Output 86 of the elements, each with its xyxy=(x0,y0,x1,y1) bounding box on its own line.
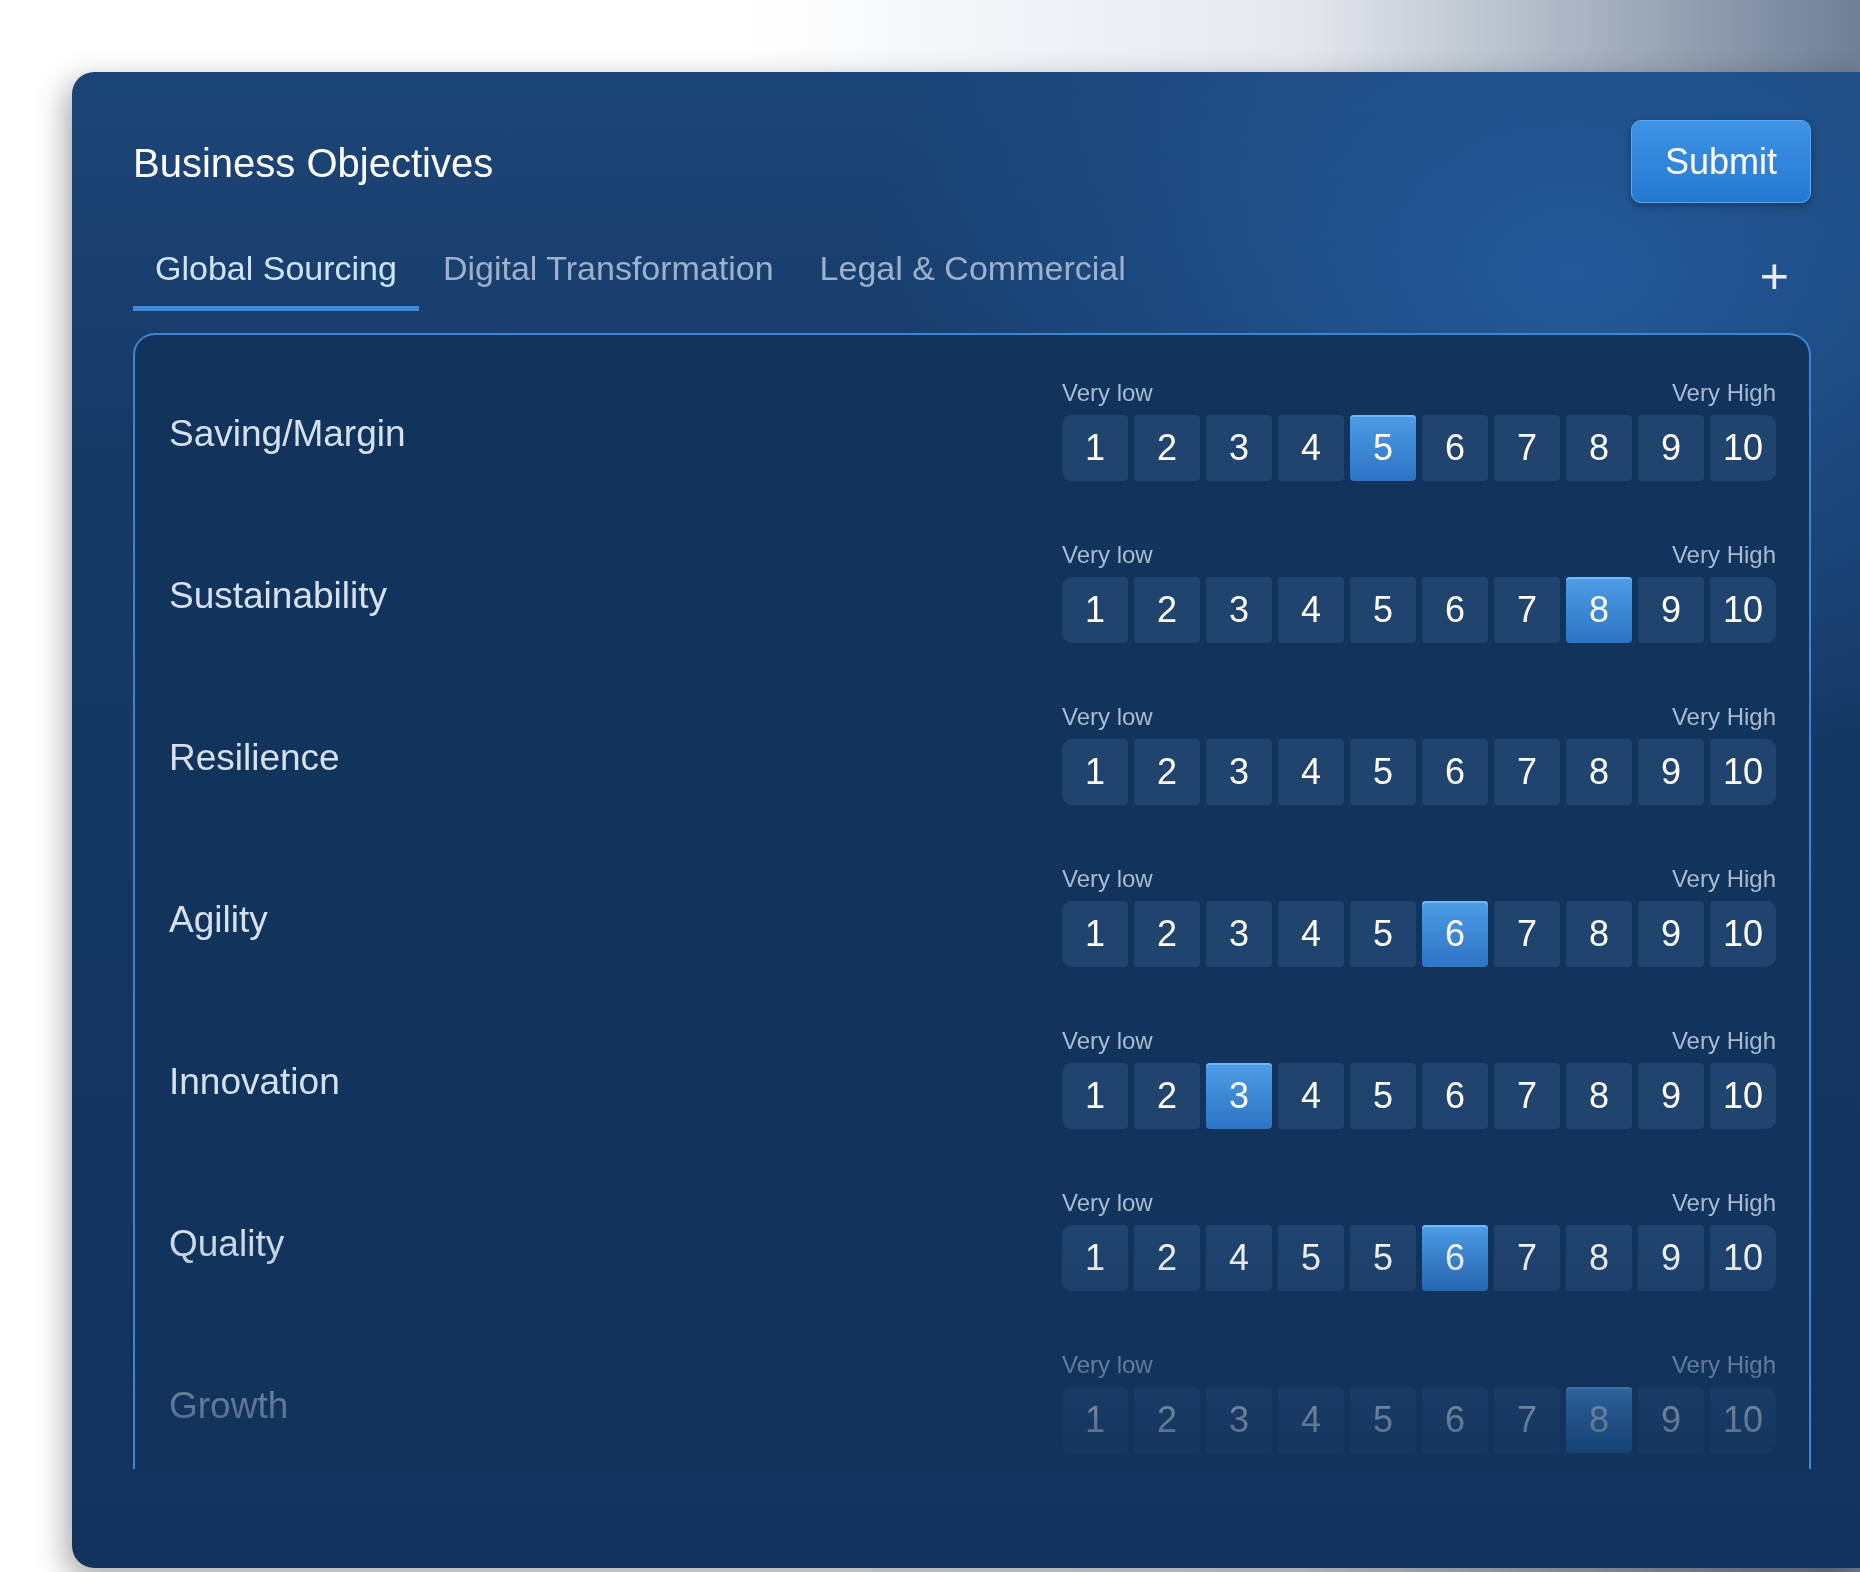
rating-option[interactable]: 6 xyxy=(1422,577,1488,643)
objective-label: Growth xyxy=(169,1385,289,1427)
scale-high-label: Very High xyxy=(1671,703,1776,731)
rating-option[interactable]: 1 xyxy=(1062,415,1128,481)
objective-label: Saving/Margin xyxy=(169,413,406,455)
rating-option[interactable]: 9 xyxy=(1638,577,1704,643)
rating-option[interactable]: 4 xyxy=(1278,901,1344,967)
tab[interactable]: Digital Transformation xyxy=(420,241,796,311)
rating-option[interactable]: 6 xyxy=(1422,739,1488,805)
rating-option[interactable]: 2 xyxy=(1134,901,1200,967)
rating-option[interactable]: 3 xyxy=(1206,901,1272,967)
rating-option[interactable]: 9 xyxy=(1638,739,1704,805)
objective-label: Quality xyxy=(169,1223,285,1265)
rating-option[interactable]: 6 xyxy=(1422,901,1488,967)
rating-option[interactable]: 1 xyxy=(1062,901,1128,967)
scale-high-label: Very High xyxy=(1671,541,1776,569)
rating-option[interactable]: 1 xyxy=(1062,739,1128,805)
rating-option[interactable]: 4 xyxy=(1206,1225,1272,1291)
scale-low-label: Very low xyxy=(1062,379,1153,407)
submit-button[interactable]: Submit xyxy=(1631,120,1811,203)
rating-option[interactable]: 7 xyxy=(1494,739,1560,805)
rating-option[interactable]: 2 xyxy=(1134,577,1200,643)
rating-option[interactable]: 7 xyxy=(1494,1225,1560,1291)
rating-option[interactable]: 8 xyxy=(1566,577,1632,643)
rating-option[interactable]: 5 xyxy=(1350,1063,1416,1129)
add-tab-button[interactable]: + xyxy=(1759,251,1789,301)
rating-option[interactable]: 7 xyxy=(1494,1063,1560,1129)
scale-low-label: Very low xyxy=(1062,703,1153,731)
rating-option[interactable]: 5 xyxy=(1278,1225,1344,1291)
scale-high-label: Very High xyxy=(1671,1189,1776,1217)
rating-option[interactable]: 10 xyxy=(1710,739,1776,805)
rating-option[interactable]: 4 xyxy=(1278,1063,1344,1129)
rating-option[interactable]: 10 xyxy=(1710,577,1776,643)
rating-option[interactable]: 1 xyxy=(1062,1225,1128,1291)
rating-option[interactable]: 9 xyxy=(1638,415,1704,481)
tab[interactable]: Global Sourcing xyxy=(133,241,419,311)
rating-option[interactable]: 8 xyxy=(1566,739,1632,805)
objective-label: Resilience xyxy=(169,737,340,779)
rating-option[interactable]: 6 xyxy=(1422,415,1488,481)
scale-low-label: Very low xyxy=(1062,1189,1153,1217)
rating-option[interactable]: 8 xyxy=(1566,1225,1632,1291)
rating-option[interactable]: 8 xyxy=(1566,901,1632,967)
rating-option[interactable]: 7 xyxy=(1494,577,1560,643)
rating-option[interactable]: 2 xyxy=(1134,739,1200,805)
objective-label: Sustainability xyxy=(169,575,387,617)
rating-option[interactable]: 4 xyxy=(1278,739,1344,805)
rating-option[interactable]: 9 xyxy=(1638,1063,1704,1129)
rating-option[interactable]: 1 xyxy=(1062,577,1128,643)
rating-option[interactable]: 10 xyxy=(1710,901,1776,967)
scale-high-label: Very High xyxy=(1671,865,1776,893)
rating-option[interactable]: 10 xyxy=(1710,1063,1776,1129)
scale-high-label: Very High xyxy=(1671,1351,1776,1379)
rating-option[interactable]: 2 xyxy=(1134,415,1200,481)
rating-option[interactable]: 4 xyxy=(1278,577,1344,643)
rating-option[interactable]: 7 xyxy=(1494,415,1560,481)
rating-option[interactable]: 6 xyxy=(1422,1063,1488,1129)
rating-option[interactable]: 3 xyxy=(1206,1063,1272,1129)
scale-low-label: Very low xyxy=(1062,1027,1153,1055)
rating-option[interactable]: 1 xyxy=(1062,1063,1128,1129)
rating-option[interactable]: 3 xyxy=(1206,739,1272,805)
rating-option[interactable]: 3 xyxy=(1206,577,1272,643)
rating-option[interactable]: 5 xyxy=(1350,1225,1416,1291)
page-title: Business Objectives xyxy=(133,140,494,186)
rating-option[interactable]: 2 xyxy=(1134,1063,1200,1129)
rating-option[interactable]: 5 xyxy=(1350,901,1416,967)
rating-option[interactable]: 10 xyxy=(1710,415,1776,481)
rating-option[interactable]: 9 xyxy=(1638,1225,1704,1291)
rating-option[interactable]: 5 xyxy=(1350,415,1416,481)
rating-option[interactable]: 10 xyxy=(1710,1225,1776,1291)
objective-label: Innovation xyxy=(169,1061,340,1103)
rating-option[interactable]: 3 xyxy=(1206,415,1272,481)
rating-option[interactable]: 4 xyxy=(1278,415,1344,481)
scale-high-label: Very High xyxy=(1671,1027,1776,1055)
rating-option[interactable]: 8 xyxy=(1566,415,1632,481)
objective-label: Agility xyxy=(169,899,268,941)
scale-low-label: Very low xyxy=(1062,541,1153,569)
tab[interactable]: Legal & Commercial xyxy=(797,241,1148,311)
rating-option[interactable]: 5 xyxy=(1350,577,1416,643)
scale-low-label: Very low xyxy=(1062,865,1153,893)
rating-option[interactable]: 9 xyxy=(1638,901,1704,967)
rating-option[interactable]: 8 xyxy=(1566,1063,1632,1129)
scale-high-label: Very High xyxy=(1671,379,1776,407)
rating-option[interactable]: 7 xyxy=(1494,901,1560,967)
rating-option[interactable]: 2 xyxy=(1134,1225,1200,1291)
rating-option[interactable]: 5 xyxy=(1350,739,1416,805)
scale-low-label: Very low xyxy=(1062,1351,1153,1379)
